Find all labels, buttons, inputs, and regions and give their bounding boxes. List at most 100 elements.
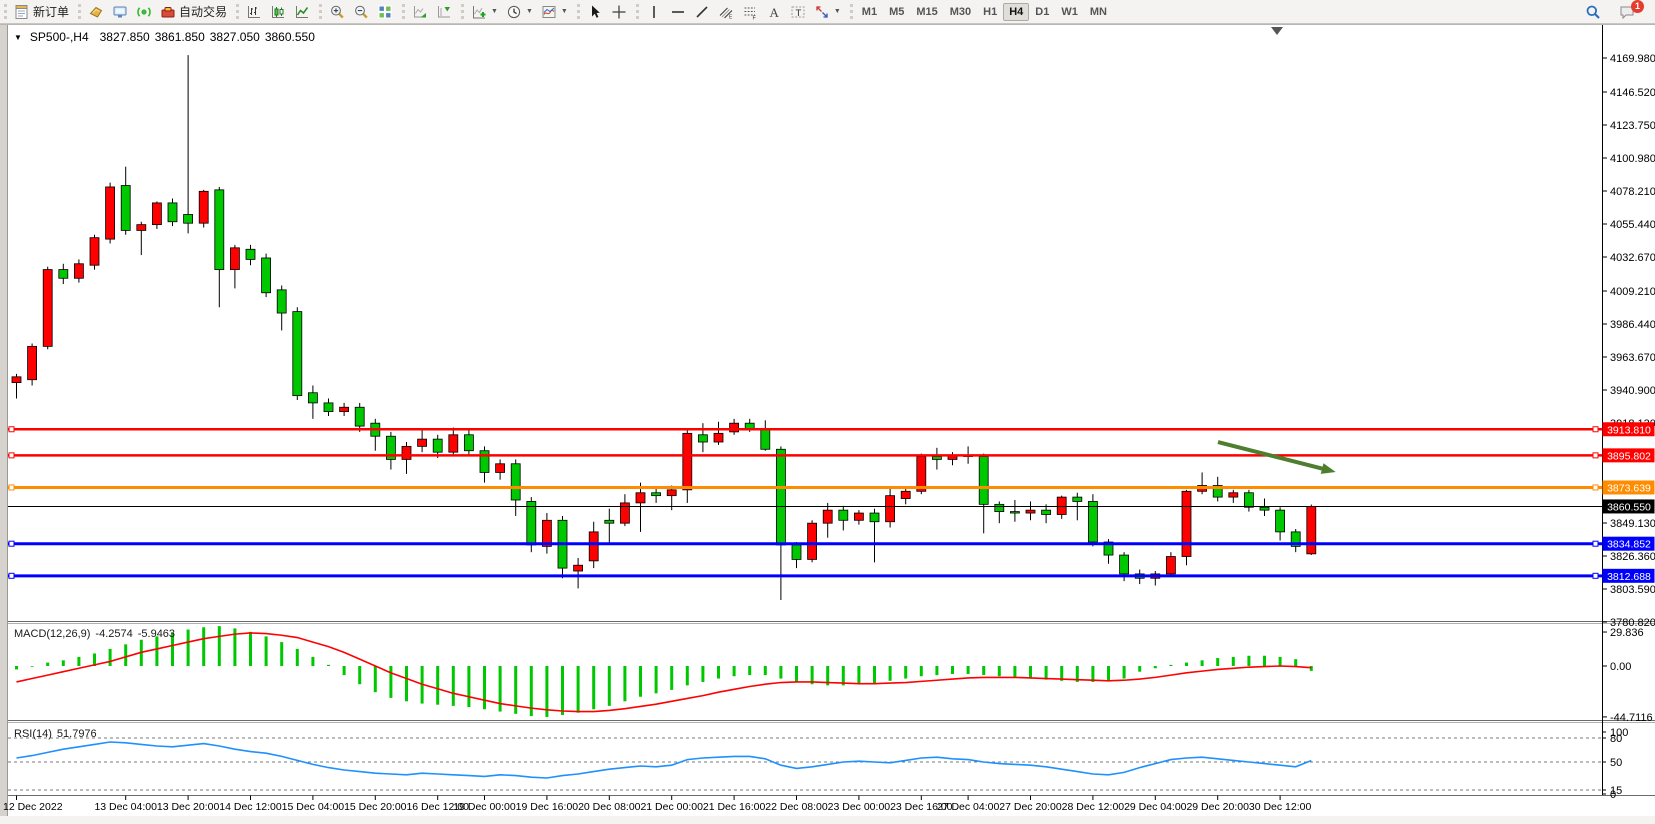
macd-histogram-bar [1216, 658, 1219, 666]
macd-histogram-bar [1310, 666, 1313, 671]
macd-histogram-bar [904, 666, 907, 679]
tf-m5[interactable]: M5 [883, 3, 910, 21]
candle [839, 510, 848, 520]
candle [1276, 510, 1285, 532]
macd-histogram-bar [405, 666, 408, 701]
tf-m15[interactable]: M15 [910, 3, 943, 21]
macd-histogram-bar [1247, 656, 1250, 666]
macd-histogram-bar [311, 657, 314, 666]
fibonacci-button[interactable]: F [738, 2, 762, 22]
channel-button[interactable]: E [714, 2, 738, 22]
line-chart-button[interactable] [290, 2, 314, 22]
candle [1229, 493, 1238, 497]
candle [1057, 497, 1066, 514]
candle [1307, 506, 1316, 553]
price-chart-canvas[interactable]: 4169.9804146.5204123.7504100.9804078.210… [0, 24, 1655, 824]
vertical-line-button[interactable] [642, 2, 666, 22]
zoom-in-button[interactable] [325, 2, 349, 22]
candle [886, 496, 895, 522]
macd-histogram-bar [202, 627, 205, 666]
vline-icon [646, 4, 662, 20]
rsi-tick-label: 80 [1610, 733, 1622, 745]
candle [246, 249, 255, 259]
time-tick-label: 20 Dec 08:00 [578, 801, 641, 813]
price-line-badge: 3834.852 [1603, 537, 1655, 551]
line-endpoint [1593, 427, 1598, 432]
candle [418, 439, 427, 446]
text-button[interactable]: A [762, 2, 786, 22]
bar-chart-button[interactable] [242, 2, 266, 22]
zoom-out-button[interactable] [349, 2, 373, 22]
auto-scroll-button[interactable] [408, 2, 432, 22]
time-tick-label: 30 Dec 12:00 [1249, 801, 1312, 813]
crosshair-button[interactable] [607, 2, 631, 22]
candle [1026, 510, 1035, 513]
signals-button[interactable] [132, 2, 156, 22]
templates-button[interactable]: ▼ [537, 2, 572, 22]
candle [215, 190, 224, 270]
candle [230, 248, 239, 270]
search-button[interactable] [1581, 2, 1605, 22]
horizontal-line-button[interactable] [666, 2, 690, 22]
symbol-dropdown-icon[interactable]: ▼ [14, 33, 22, 42]
tf-mn[interactable]: MN [1084, 3, 1113, 21]
chart-type-group [234, 0, 317, 23]
new-order-button[interactable]: 新订单 [10, 1, 73, 22]
tf-h4[interactable]: H4 [1003, 3, 1029, 21]
objects-group: EFAT ▼ [634, 0, 848, 23]
cursor-button[interactable] [583, 2, 607, 22]
tile-windows-button[interactable] [373, 2, 397, 22]
chevron-down-icon[interactable]: ▼ [834, 8, 841, 15]
candle [636, 493, 645, 503]
time-tick-label: 23 Dec 00:00 [828, 801, 891, 813]
auto-trading-button[interactable]: 自动交易 [156, 1, 231, 22]
candle [449, 435, 458, 452]
trendline-button[interactable] [690, 2, 714, 22]
macd-histogram-bar [701, 666, 704, 682]
arrows-icon [814, 4, 830, 20]
chart-shift-button[interactable] [432, 2, 456, 22]
price-line-badge: 3860.550 [1603, 499, 1655, 513]
macd-histogram-bar [967, 666, 970, 674]
candle [605, 520, 614, 523]
macd-histogram-bar [577, 666, 580, 713]
label-button[interactable]: T [786, 2, 810, 22]
candle [792, 545, 801, 559]
price-line-badge: 3812.688 [1603, 569, 1655, 583]
periods-button[interactable]: ▼ [502, 2, 537, 22]
arrows-button[interactable]: ▼ [810, 2, 845, 22]
channel-icon: E [718, 4, 734, 20]
macd-histogram-bar [1185, 663, 1188, 666]
macd-tick-label: 0.00 [1610, 661, 1631, 673]
tf-w1[interactable]: W1 [1055, 3, 1084, 21]
macd-histogram-bar [358, 666, 361, 684]
candle [1120, 555, 1129, 574]
price-tick-label: 4100.980 [1610, 153, 1655, 165]
notifications-button[interactable]: 1 [1615, 2, 1639, 22]
line-endpoint [9, 453, 14, 458]
macd-histogram-bar [46, 663, 49, 666]
candle [761, 429, 770, 449]
tf-h1[interactable]: H1 [977, 3, 1003, 21]
macd-histogram-bar [982, 666, 985, 675]
time-tick-label: 27 Dec 04:00 [937, 801, 1000, 813]
tf-d1[interactable]: D1 [1029, 3, 1055, 21]
tf-m1[interactable]: M1 [856, 3, 883, 21]
macd-histogram-bar [1154, 666, 1157, 668]
time-tick-label: 13 Dec 04:00 [94, 801, 157, 813]
macd-histogram-bar [1263, 656, 1266, 666]
chevron-down-icon[interactable]: ▼ [561, 8, 568, 15]
indicators-button[interactable]: ▼ [467, 2, 502, 22]
tf-m30[interactable]: M30 [944, 3, 977, 21]
chevron-down-icon[interactable]: ▼ [526, 8, 533, 15]
macd-histogram-bar [639, 666, 642, 697]
main-toolbar: 新订单 自动交易 ▼ ▼ ▼ EFAT ▼ M1M5M15M30H1H4D1W1MN 1 [0, 0, 1655, 24]
market-button[interactable] [84, 2, 108, 22]
ohlc-open-value: 3827.850 [100, 30, 150, 44]
candle-chart-button[interactable] [266, 2, 290, 22]
macd-signal-value: -5.9463 [138, 628, 175, 640]
price-line-badge: 3895.802 [1603, 448, 1655, 462]
terminal-button[interactable] [108, 2, 132, 22]
fibo-icon: F [742, 4, 758, 20]
chevron-down-icon[interactable]: ▼ [491, 8, 498, 15]
